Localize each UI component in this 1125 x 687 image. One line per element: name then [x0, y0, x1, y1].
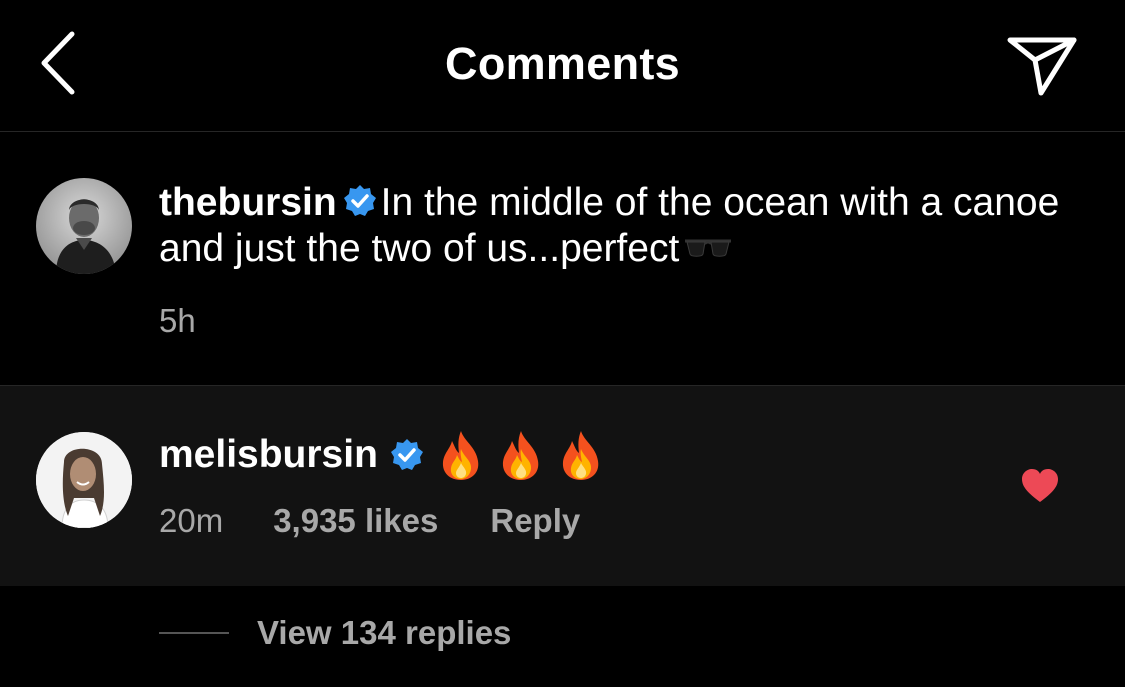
- profile-photo-icon: [36, 178, 132, 274]
- comment-meta: 20m 3,935 likes Reply: [159, 502, 580, 540]
- post-caption: thebursin In the middle of the ocean wit…: [0, 132, 1125, 385]
- caption-timestamp: 5h: [159, 302, 196, 339]
- avatar[interactable]: [36, 178, 132, 274]
- comment-emojis: [438, 429, 604, 481]
- sunglasses-icon: [685, 239, 732, 257]
- verified-badge-icon: [343, 185, 376, 216]
- page-title: Comments: [445, 38, 680, 89]
- comment-content: melisbursin: [159, 430, 604, 480]
- comment-likes-count[interactable]: 3,935 likes: [273, 502, 438, 540]
- fire-icon: [562, 431, 599, 480]
- verified-badge-icon: [390, 439, 423, 470]
- caption-username[interactable]: thebursin: [159, 181, 337, 224]
- comment-username[interactable]: melisbursin: [159, 433, 378, 477]
- fire-icon: [502, 431, 539, 480]
- heart-icon: [1022, 469, 1058, 502]
- view-replies-button[interactable]: View 134 replies: [257, 614, 511, 652]
- replies-divider-line: [159, 632, 229, 634]
- like-button[interactable]: [1020, 468, 1060, 504]
- comment-timestamp: 20m: [159, 502, 224, 539]
- share-button[interactable]: [1002, 30, 1082, 102]
- paper-plane-icon: [1007, 37, 1077, 96]
- replies-section: View 134 replies: [0, 586, 1125, 687]
- reply-button[interactable]: Reply: [490, 502, 580, 540]
- profile-photo-icon: [36, 432, 132, 528]
- comment-row: melisbursin 20m 3,935 likes Reply: [0, 386, 1125, 586]
- caption-text-block: thebursin In the middle of the ocean wit…: [159, 180, 1079, 272]
- avatar[interactable]: [36, 432, 132, 528]
- header: Comments: [0, 0, 1125, 132]
- fire-icon: [442, 431, 479, 480]
- comments-screen: Comments thebursin In the middle of the …: [0, 0, 1125, 687]
